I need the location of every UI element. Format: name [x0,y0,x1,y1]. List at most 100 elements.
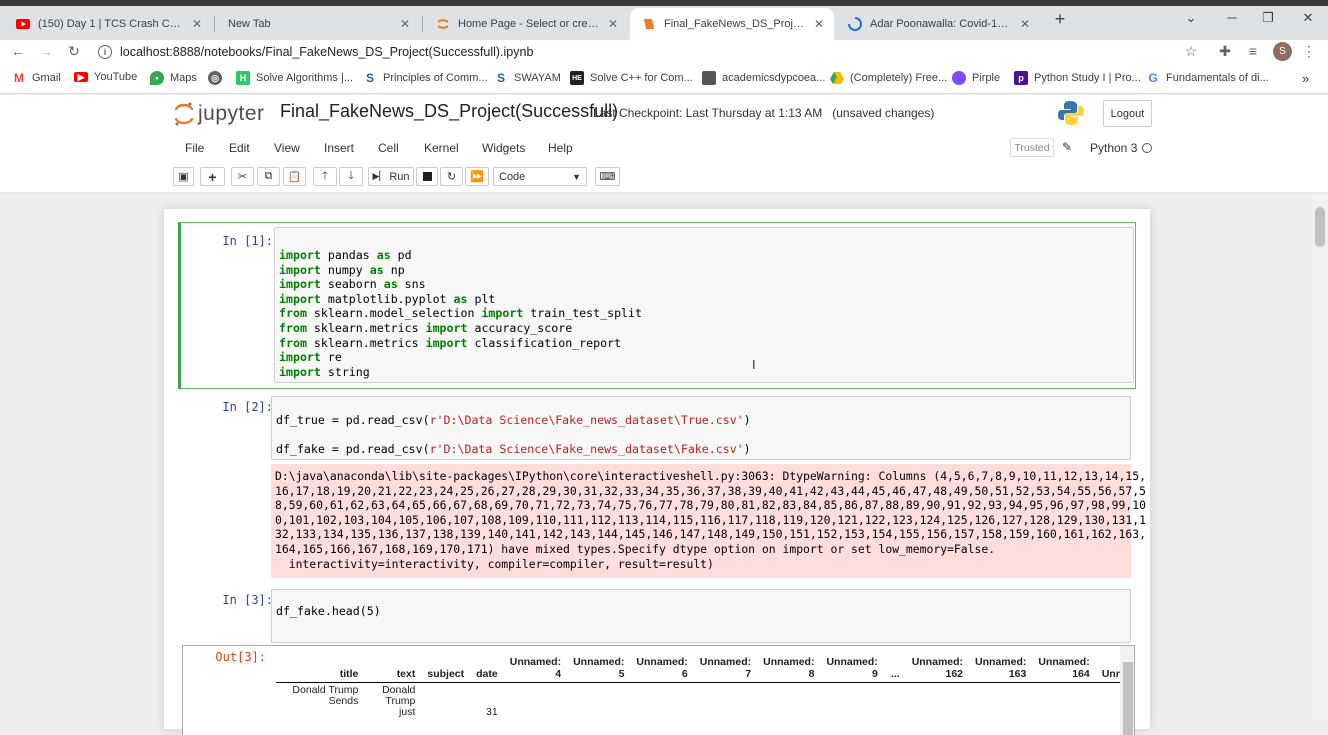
browser-tab-youtube[interactable]: (150) Day 1 | TCS Crash Course (I ✕ [4,8,212,40]
close-icon[interactable]: ✕ [190,17,204,31]
swayam-icon: S [365,71,374,85]
trusted-indicator[interactable]: Trusted [1010,138,1054,157]
bookmark-label: SWAYAM [514,72,561,84]
run-button[interactable]: ▶▏ Run [368,167,414,186]
output-scrollbar-thumb[interactable] [1123,662,1133,735]
bookmark-pirple[interactable]: Pirple [952,71,1000,85]
insert-cell-button[interactable]: + [200,167,225,186]
checkpoint-status: Last Checkpoint: Last Thursday at 1:13 A… [593,106,934,120]
reading-list-icon[interactable]: ≡ [1243,43,1263,59]
more-bookmarks-icon[interactable]: » [1302,71,1309,86]
forward-icon[interactable]: → [36,43,56,59]
menu-cell[interactable]: Cell [378,141,399,155]
cell-type-select[interactable]: Code ▼ [493,167,587,186]
cut-button[interactable]: ✂ [231,167,254,186]
bookmark-maps[interactable]: • Maps [150,71,197,85]
purple-p-icon: p [1014,71,1028,85]
close-icon[interactable]: ✕ [812,17,826,31]
column-header: Unnamed: 9 [826,656,878,680]
save-button[interactable]: ▣ [173,167,194,186]
save-icon: ▣ [178,171,189,183]
paste-button[interactable]: 📋 [283,167,306,186]
bookmark-swayam[interactable]: S SWAYAM [494,71,561,85]
close-icon[interactable]: ✕ [606,17,620,31]
bookmark-academics[interactable]: academicsdypcoea... [702,71,825,85]
minimize-icon[interactable]: ─ [1222,10,1242,25]
kernel-name[interactable]: Python 3 [1090,141,1137,155]
menu-view[interactable]: View [274,141,300,155]
restart-run-all-button[interactable]: ⏩ [465,167,489,186]
column-header: subject [427,668,465,680]
bookmark-python-study[interactable]: p Python Study I | Pro... [1014,71,1141,85]
reload-icon[interactable]: ↻ [64,43,84,60]
copy-button[interactable]: ⧉ [257,167,280,186]
browser-tab-new-tab[interactable]: New Tab ✕ [216,8,420,40]
browser-tab-jupyter-home[interactable]: Home Page - Select or create a n ✕ [424,8,628,40]
site-icon [702,71,716,85]
menu-edit[interactable]: Edit [229,141,250,155]
command-palette-button[interactable]: ⌨ [595,167,620,186]
code-cell-3[interactable]: In [3]: df_fake.head(5) [178,587,1136,647]
close-icon[interactable]: ✕ [1018,17,1032,31]
arrow-down-icon: 🡓 [348,170,354,182]
page-scrollbar[interactable] [1312,195,1328,720]
code-cell-2[interactable]: In [2]: df_true = pd.read_csv(r'D:\Data … [178,394,1146,579]
bookmark-youtube[interactable]: ▶ YouTube [74,71,137,83]
jupyter-logo[interactable]: jupyter [174,101,265,127]
code-cell-1[interactable]: In [1]: import pandas as pd import numpy… [178,222,1136,389]
menu-widgets[interactable]: Widgets [482,141,525,155]
close-icon[interactable]: ✕ [398,17,412,31]
new-tab-plus-icon[interactable]: + [1050,9,1070,30]
bookmark-free[interactable]: (Completely) Free... [830,71,947,85]
profile-avatar[interactable]: S [1273,42,1292,61]
bookmark-fundamentals[interactable]: G Fundamentals of di... [1146,71,1268,85]
menu-insert[interactable]: Insert [324,141,354,155]
move-up-button[interactable]: 🡑 [313,167,337,186]
notebook-name[interactable]: Final_FakeNews_DS_Project(Successfull) [280,101,618,122]
browser-tab-adar[interactable]: Adar Poonawalla: Covid-19: Didn ✕ [836,8,1040,40]
maximize-icon[interactable]: ❐ [1258,10,1278,26]
hackerearth-icon: HE [570,71,584,85]
code-editor[interactable]: df_fake.head(5) [271,589,1131,643]
menu-kernel[interactable]: Kernel [424,141,459,155]
browser-toolbar: ← → ↻ i localhost:8888/notebooks/Final_F… [0,40,1328,66]
window-close-icon[interactable]: ✕ [1298,10,1318,26]
code-text: df_fake.head(5) [276,604,381,618]
bookmark-star-icon[interactable]: ☆ [1181,43,1201,60]
address-bar[interactable]: i localhost:8888/notebooks/Final_FakeNew… [98,40,1210,64]
table-row: Donald Trump Sends Donald Trump just 31 [276,683,1134,721]
column-header: Unnamed: 5 [573,656,625,680]
interrupt-button[interactable] [416,167,438,186]
bookmark-label: Maps [170,72,197,84]
back-icon[interactable]: ← [8,43,28,59]
page-scrollbar-thumb[interactable] [1315,207,1325,247]
logout-button[interactable]: Logout [1103,100,1152,127]
info-icon[interactable]: i [98,45,112,59]
jupyter-logo-icon [174,102,194,126]
column-header: Unnamed: 6 [636,656,688,680]
menu-file[interactable]: File [185,141,204,155]
code-editor[interactable]: import pandas as pd import numpy as np i… [274,227,1134,383]
jupyter-header: jupyter Final_FakeNews_DS_Project(Succes… [0,95,1328,133]
dataframe-table: title text subject date Unnamed: 4 Unnam… [276,654,1134,720]
tab-search-icon[interactable]: ⌄ [1181,10,1201,26]
bookmark-gmail[interactable]: M Gmail [12,71,61,85]
bookmark-hackerrank[interactable]: H Solve Algorithms |... [236,71,353,85]
extensions-icon[interactable]: ✚ [1215,43,1235,60]
input-prompt: In [3]: [222,593,273,607]
browser-tab-notebook[interactable]: Final_FakeNews_DS_Project(Succ ✕ [630,8,834,40]
move-down-button[interactable]: 🡓 [339,167,363,186]
arrow-up-icon: 🡑 [322,170,328,182]
restart-button[interactable]: ↻ [440,167,463,186]
menu-help[interactable]: Help [548,141,573,155]
browser-menu-icon[interactable]: ⋮ [1299,43,1319,60]
input-prompt: In [1]: [222,234,273,248]
bookmark-hackerearth[interactable]: HE Solve C++ for Com... [570,71,693,85]
bookmark-principles[interactable]: S Principles of Comm... [363,71,488,85]
run-label: Run [389,170,410,183]
python-logo-icon [1058,100,1084,129]
loading-icon [848,17,862,31]
bookmark-globe[interactable]: ◎ [208,71,228,85]
hackerrank-icon: H [236,71,250,85]
code-editor[interactable]: df_true = pd.read_csv(r'D:\Data Science\… [271,396,1131,460]
